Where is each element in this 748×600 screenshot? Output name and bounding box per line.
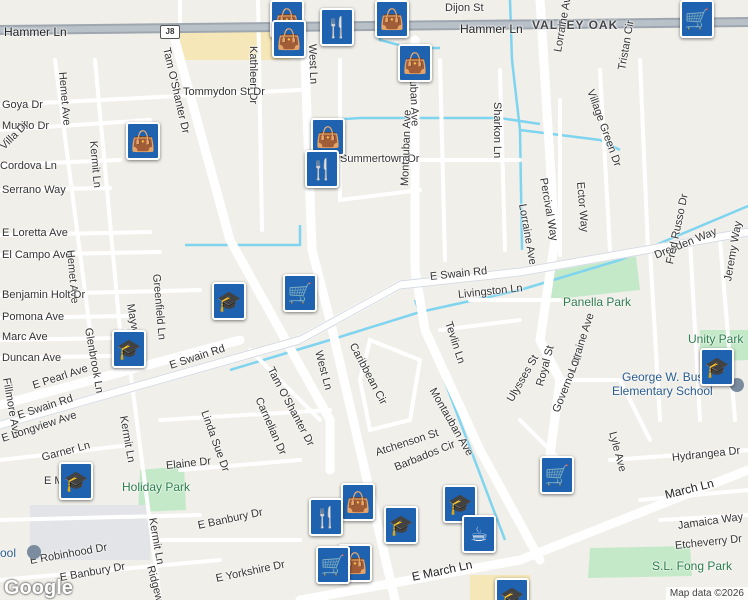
school-icon[interactable]: 🎓 xyxy=(700,348,734,386)
map-attribution[interactable]: Map data ©2026 xyxy=(665,587,748,600)
shopping-bag-icon[interactable]: 👜 xyxy=(398,44,432,82)
street-label: Goya Dr xyxy=(2,99,43,111)
street-label: El Campo Ave xyxy=(2,249,72,261)
street-label: Serrano Way xyxy=(2,184,66,196)
school-label: Elementary School xyxy=(612,384,713,398)
shopping-cart-icon[interactable]: 🛒 xyxy=(540,456,574,494)
shopping-cart-icon[interactable]: 🛒 xyxy=(283,274,317,312)
school-label: George W. Bush xyxy=(622,370,711,384)
street-label: Dijon St xyxy=(445,2,484,14)
school-icon[interactable]: 🎓 xyxy=(112,330,146,368)
restaurant-icon[interactable]: 🍴 xyxy=(305,150,339,188)
street-label: E Loretta Ave xyxy=(2,227,68,239)
park-label: Panella Park xyxy=(563,295,632,309)
coffee-cup-icon[interactable]: ☕ xyxy=(462,515,496,553)
street-label: Hammer Ln xyxy=(460,22,523,36)
street-label: Marc Ave xyxy=(2,331,48,343)
school-dot-icon xyxy=(27,545,41,559)
highway-shield: J8 xyxy=(160,25,180,39)
school-icon[interactable]: 🎓 xyxy=(212,282,246,320)
school-label: ool xyxy=(0,546,17,560)
park-label: Unity Park xyxy=(688,332,744,346)
school-icon[interactable]: 🎓 xyxy=(59,462,93,500)
google-logo: Google xyxy=(4,577,73,599)
restaurant-icon[interactable]: 🍴 xyxy=(309,498,343,536)
school-icon[interactable]: 🎓 xyxy=(495,578,529,600)
map-canvas[interactable]: J8 Dijon St VALLEY OAK Hammer Ln Hammer … xyxy=(0,0,748,600)
street-label: VALLEY OAK xyxy=(532,18,619,32)
shopping-bag-icon[interactable]: 👜 xyxy=(126,122,160,160)
shopping-cart-icon[interactable]: 🛒 xyxy=(316,546,350,584)
street-label: Pomona Ave xyxy=(2,311,65,323)
street-label: Benjamin Holt Dr xyxy=(2,289,86,301)
street-label: Tommydon St Dr xyxy=(183,86,265,98)
shopping-cart-icon[interactable]: 🛒 xyxy=(680,0,714,38)
shopping-bag-icon[interactable]: 👜 xyxy=(375,0,409,38)
park-label: S.L. Fong Park xyxy=(652,559,733,573)
street-label: West Ln xyxy=(306,43,320,85)
shopping-bag-icon[interactable]: 👜 xyxy=(341,483,375,521)
street-label: Duncan Ave xyxy=(2,352,62,364)
shopping-bag-icon[interactable]: 👜 xyxy=(272,20,306,58)
school-icon[interactable]: 🎓 xyxy=(384,506,418,544)
street-label: Cordova Ln xyxy=(0,160,57,172)
restaurant-icon[interactable]: 🍴 xyxy=(320,8,354,46)
street-label: Sharkon Ln xyxy=(491,102,503,159)
park-label: Holiday Park xyxy=(122,480,191,494)
street-label: Hammer Ln xyxy=(4,25,67,39)
